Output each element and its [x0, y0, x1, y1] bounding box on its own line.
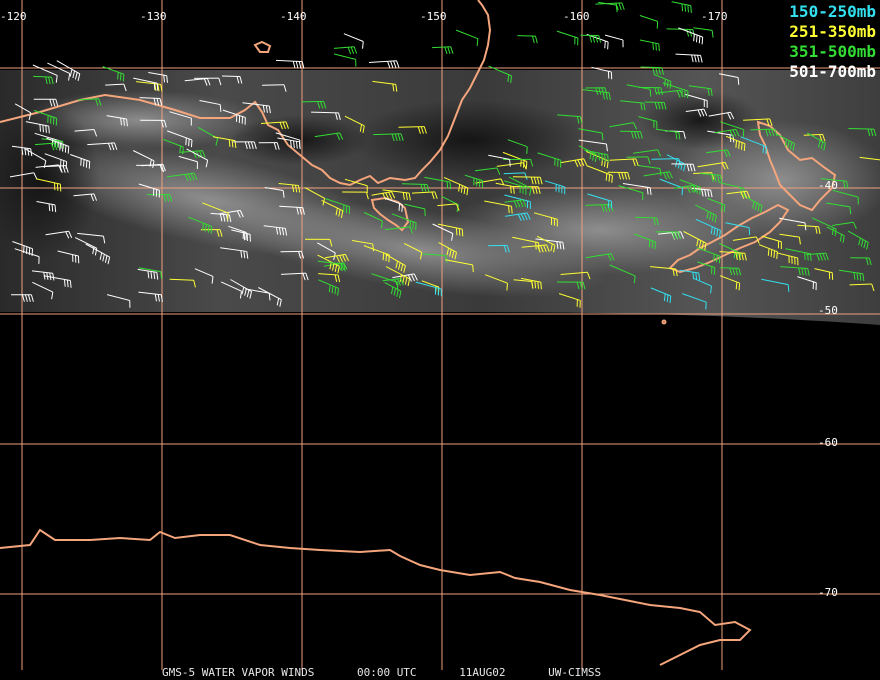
legend-item-251-350: 251-350mb — [789, 22, 876, 41]
caption-time: 00:00 UTC — [356, 666, 417, 679]
lon-label: -120 — [0, 10, 27, 23]
wind-barb — [639, 39, 660, 52]
wind-barb — [675, 53, 703, 63]
wind-barb — [333, 46, 358, 55]
wind-barb — [580, 34, 602, 43]
satellite-wind-map: -120 -130 -140 -150 -160 -170 -40 -50 -6… — [0, 0, 880, 680]
lon-label: -140 — [280, 10, 307, 23]
image-caption: GMS-5 WATER VAPOR WINDS 00:00 UTC 11AUG0… — [162, 667, 637, 679]
lon-label: -170 — [701, 10, 728, 23]
legend-item-501-700: 501-700mb — [789, 62, 876, 81]
lat-label: -40 — [818, 179, 838, 192]
lon-label: -160 — [563, 10, 590, 23]
map-canvas — [0, 0, 880, 670]
legend-item-351-500: 351-500mb — [789, 42, 876, 61]
wind-barb — [334, 53, 357, 67]
caption-product: GMS-5 WATER VAPOR WINDS — [162, 666, 315, 679]
wind-barb — [671, 1, 692, 13]
lat-label: -70 — [818, 586, 838, 599]
lon-label: -130 — [140, 10, 167, 23]
wind-barb — [275, 59, 305, 69]
wind-barb — [517, 35, 538, 44]
wind-barb — [556, 30, 579, 46]
coast-antarctica — [0, 528, 752, 666]
wind-barb — [455, 29, 479, 47]
wind-barb — [693, 27, 714, 38]
caption-source: UW-CIMSS — [548, 666, 602, 679]
wind-barb — [639, 15, 659, 29]
pressure-level-legend: 150-250mb 251-350mb 351-500mb 501-700mb — [789, 2, 876, 82]
lon-label: -150 — [420, 10, 447, 23]
lat-label: -60 — [818, 436, 838, 449]
wind-barb — [432, 46, 454, 55]
caption-date: 11AUG02 — [459, 666, 506, 679]
water-vapor-imagery — [0, 70, 880, 325]
lat-label: -50 — [818, 304, 838, 317]
legend-item-150-250: 150-250mb — [789, 2, 876, 21]
coast-lord-howe — [253, 40, 272, 53]
